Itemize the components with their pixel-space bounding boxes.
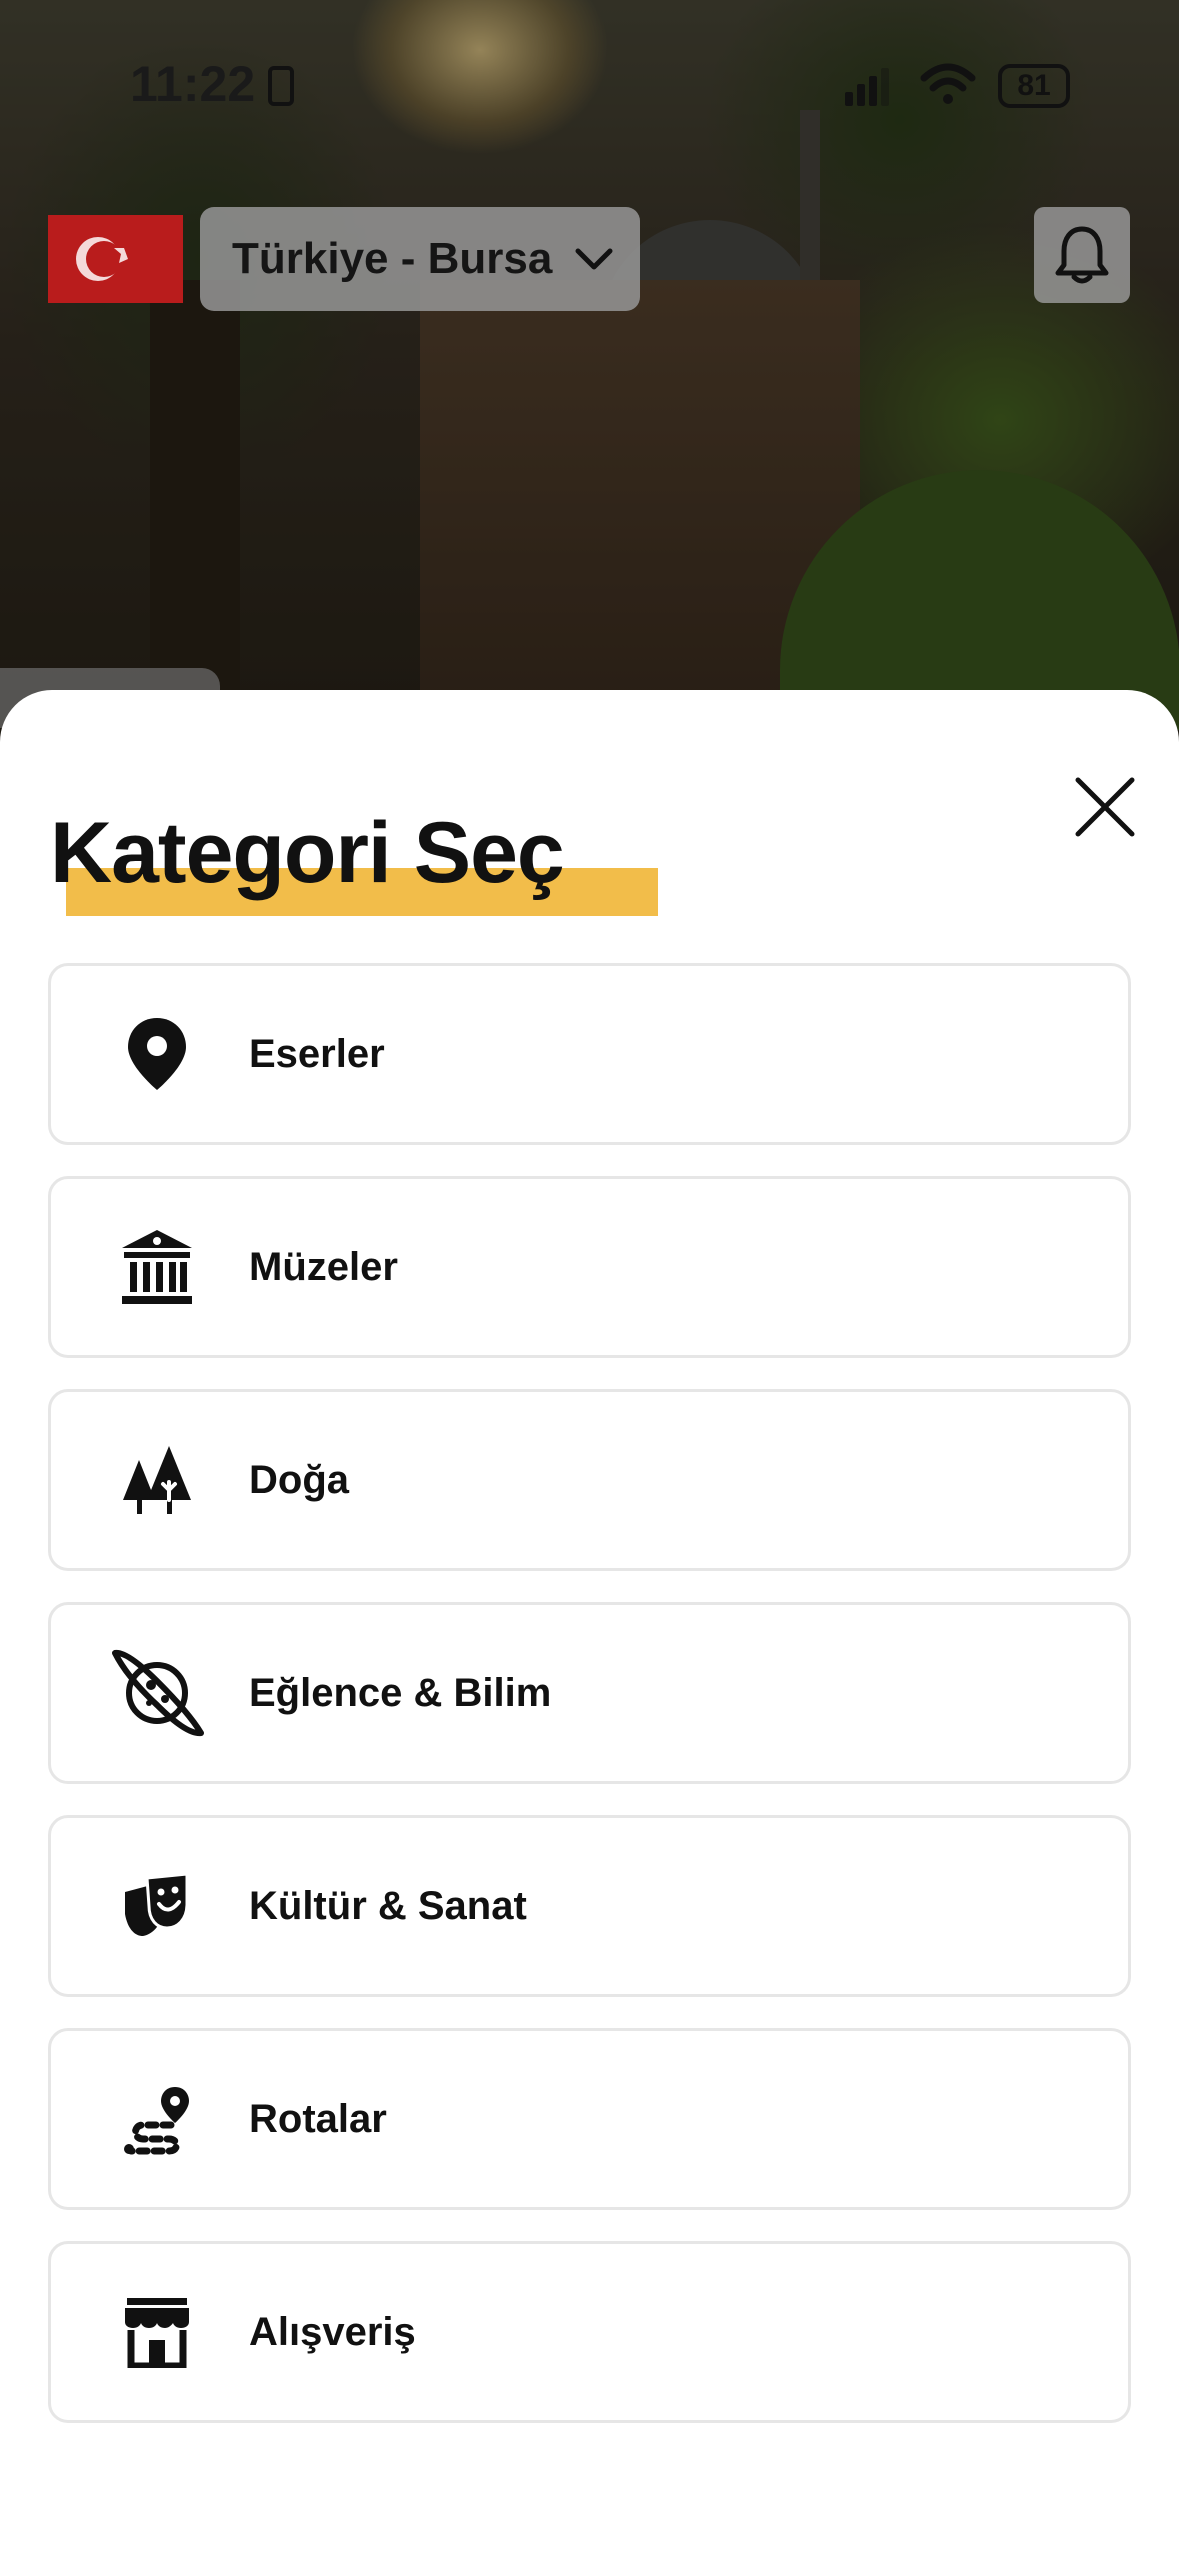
sim-icon xyxy=(268,66,294,106)
sheet-title: Kategori Seç xyxy=(50,805,565,901)
map-pin-icon xyxy=(128,1018,186,1090)
category-label: Eğlence & Bilim xyxy=(249,1670,552,1715)
sheet-title-wrap: Kategori Seç xyxy=(50,798,658,916)
route-icon xyxy=(124,2087,189,2155)
category-label: Eserler xyxy=(249,1031,385,1076)
wifi-icon xyxy=(920,63,976,104)
planet-icon xyxy=(112,1649,204,1737)
location-label: Türkiye - Bursa xyxy=(232,234,553,283)
theater-masks-icon xyxy=(125,1872,189,1936)
turkey-flag-icon[interactable] xyxy=(48,215,183,303)
bell-icon xyxy=(1055,226,1109,284)
category-label: Kültür & Sanat xyxy=(249,1883,527,1928)
store-icon xyxy=(125,2298,189,2368)
battery-icon: 81 xyxy=(998,64,1070,108)
trees-icon xyxy=(123,1446,191,1514)
category-item-alisveris[interactable]: Alışveriş xyxy=(48,2241,1131,2423)
status-time: 11:22 xyxy=(130,56,256,112)
notifications-button[interactable] xyxy=(1034,207,1130,303)
category-sheet: Kategori Seç Eserler Müzeler Doğa Eğlenc… xyxy=(0,690,1179,2556)
category-label: Alışveriş xyxy=(249,2309,416,2354)
category-item-doga[interactable]: Doğa xyxy=(48,1389,1131,1571)
category-item-muzeler[interactable]: Müzeler xyxy=(48,1176,1131,1358)
category-item-rotalar[interactable]: Rotalar xyxy=(48,2028,1131,2210)
category-list: Eserler Müzeler Doğa Eğlence & Bilim Kül… xyxy=(48,963,1131,2454)
category-label: Doğa xyxy=(249,1457,349,1502)
category-item-eserler[interactable]: Eserler xyxy=(48,963,1131,1145)
chevron-down-icon xyxy=(575,248,613,270)
category-item-eglence-bilim[interactable]: Eğlence & Bilim xyxy=(48,1602,1131,1784)
signal-icon xyxy=(845,66,891,106)
category-label: Müzeler xyxy=(249,1244,398,1289)
category-item-kultur-sanat[interactable]: Kültür & Sanat xyxy=(48,1815,1131,1997)
status-bar: 11:22 81 xyxy=(0,0,1179,170)
location-dropdown[interactable]: Türkiye - Bursa xyxy=(200,207,640,311)
museum-icon xyxy=(122,1230,192,1304)
category-label: Rotalar xyxy=(249,2096,387,2141)
close-icon[interactable] xyxy=(1072,774,1138,840)
